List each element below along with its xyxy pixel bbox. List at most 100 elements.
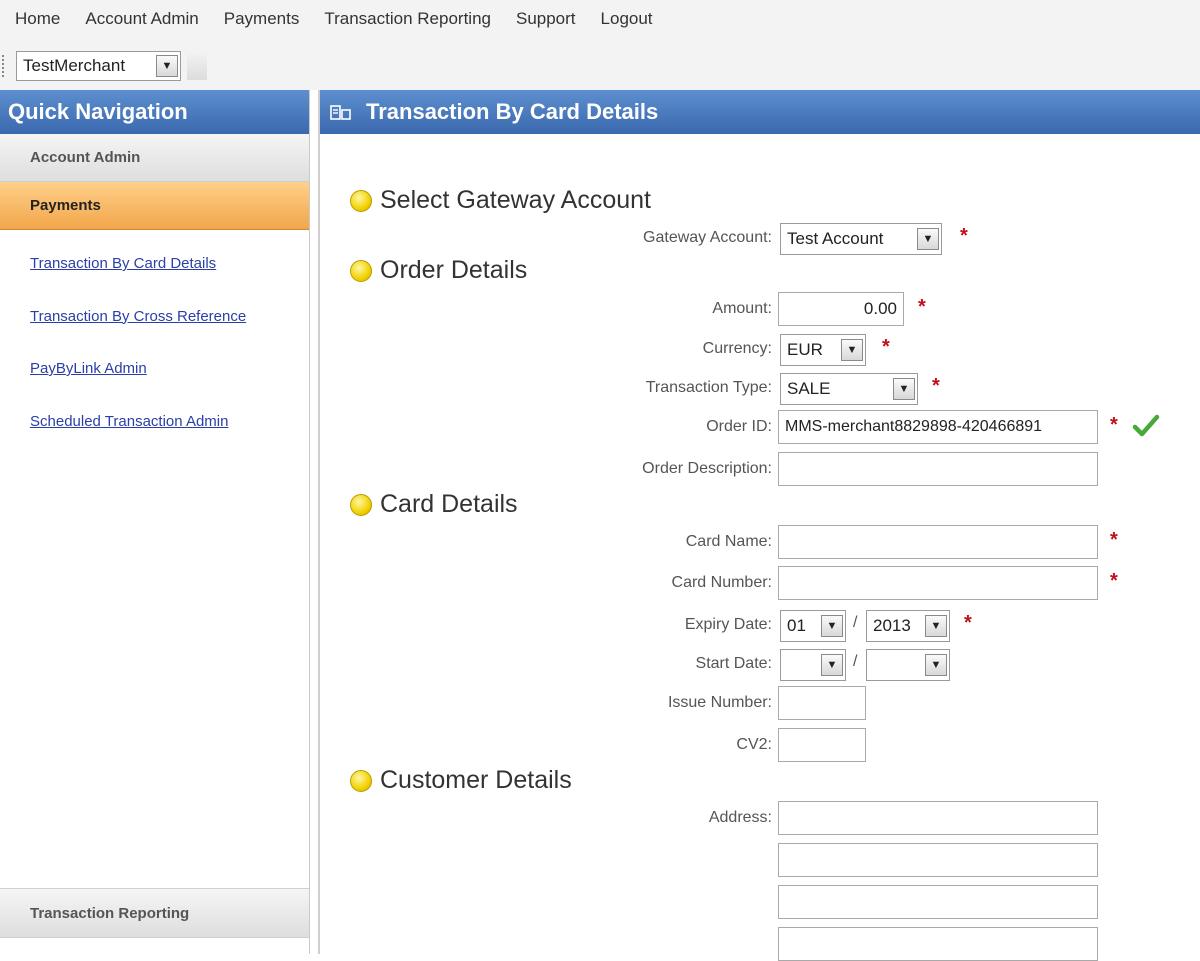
dropdown-arrow-icon[interactable]: ▼ bbox=[893, 378, 915, 400]
merchant-select-value: TestMerchant bbox=[23, 56, 126, 75]
sidebar-section-account-admin[interactable]: Account Admin bbox=[0, 134, 309, 182]
order-id-label: Order ID: bbox=[706, 418, 772, 435]
row-card-name: Card Name: * bbox=[320, 525, 1200, 559]
menu-transaction-reporting[interactable]: Transaction Reporting bbox=[324, 9, 491, 29]
section-title-customer: Customer Details bbox=[380, 766, 572, 794]
yellow-bullet-icon bbox=[350, 259, 372, 282]
start-date-label: Start Date: bbox=[695, 655, 772, 672]
row-transaction-type: Transaction Type: SALE ▼ * bbox=[320, 371, 1200, 405]
currency-value: EUR bbox=[787, 340, 823, 359]
amount-input[interactable]: 0.00 bbox=[778, 292, 904, 326]
cv2-label: CV2: bbox=[736, 736, 772, 753]
amount-label: Amount: bbox=[712, 300, 772, 317]
order-description-input[interactable] bbox=[778, 452, 1098, 486]
page-title: Transaction By Card Details bbox=[366, 99, 659, 124]
currency-label: Currency: bbox=[702, 340, 772, 357]
expiry-separator: / bbox=[853, 614, 858, 631]
address-line-4-input[interactable] bbox=[778, 927, 1098, 961]
sidebar-bottom: Transaction Reporting bbox=[0, 888, 309, 938]
dropdown-arrow-icon[interactable]: ▼ bbox=[925, 654, 947, 676]
sidebar-section-payments[interactable]: Payments bbox=[0, 182, 309, 230]
row-card-number: Card Number: * bbox=[320, 566, 1200, 600]
expiry-year-select[interactable]: 2013 ▼ bbox=[866, 610, 950, 642]
card-number-input[interactable] bbox=[778, 566, 1098, 600]
checkmark-icon bbox=[1132, 414, 1160, 437]
menu-payments[interactable]: Payments bbox=[224, 9, 300, 29]
sidebar-link-scheduled-transaction-admin[interactable]: Scheduled Transaction Admin bbox=[0, 396, 309, 449]
expiry-month-select[interactable]: 01 ▼ bbox=[780, 610, 846, 642]
merchant-select[interactable]: TestMerchant ▼ bbox=[16, 51, 181, 81]
row-address-2 bbox=[320, 843, 1200, 877]
sidebar-title: Quick Navigation bbox=[0, 90, 309, 134]
expiry-year-value: 2013 bbox=[873, 616, 911, 635]
order-description-label: Order Description: bbox=[642, 460, 772, 477]
dropdown-arrow-icon[interactable]: ▼ bbox=[156, 55, 178, 77]
card-name-input[interactable] bbox=[778, 525, 1098, 559]
merchant-selector-area: TestMerchant ▼ bbox=[0, 48, 215, 84]
gateway-account-value: Test Account bbox=[787, 229, 884, 248]
row-expiry-date: Expiry Date: 01 ▼ / 2013 ▼ * bbox=[320, 608, 1200, 642]
quick-navigation-sidebar: Quick Navigation Account Admin Payments … bbox=[0, 90, 310, 954]
sidebar-link-transaction-by-card-details[interactable]: Transaction By Card Details bbox=[0, 238, 309, 291]
gateway-account-label: Gateway Account: bbox=[643, 229, 772, 246]
section-customer: Customer Details bbox=[350, 766, 572, 795]
address-label: Address: bbox=[708, 809, 772, 826]
transaction-type-label: Transaction Type: bbox=[645, 379, 772, 396]
menu-account-admin[interactable]: Account Admin bbox=[85, 9, 198, 29]
row-order-id: Order ID: MMS-merchant8829898-420466891 … bbox=[320, 410, 1200, 444]
start-separator: / bbox=[853, 653, 858, 670]
required-marker: * bbox=[932, 375, 940, 397]
dropdown-arrow-icon[interactable]: ▼ bbox=[925, 615, 947, 637]
card-number-label: Card Number: bbox=[671, 574, 772, 591]
toolbar-grip-icon[interactable] bbox=[2, 55, 8, 77]
transaction-type-select[interactable]: SALE ▼ bbox=[780, 373, 918, 405]
start-month-select[interactable]: ▼ bbox=[780, 649, 846, 681]
start-year-select[interactable]: ▼ bbox=[866, 649, 950, 681]
issue-number-input[interactable] bbox=[778, 686, 866, 720]
toolbar-end-cap bbox=[187, 52, 207, 80]
yellow-bullet-icon bbox=[350, 493, 372, 516]
dropdown-arrow-icon[interactable]: ▼ bbox=[917, 228, 939, 250]
main-panel: Transaction By Card Details Select Gatew… bbox=[318, 90, 1200, 961]
section-order: Order Details bbox=[350, 256, 527, 285]
dropdown-arrow-icon[interactable]: ▼ bbox=[841, 339, 863, 361]
expiry-date-label: Expiry Date: bbox=[684, 616, 772, 633]
order-id-input[interactable]: MMS-merchant8829898-420466891 bbox=[778, 410, 1098, 444]
sidebar-section-transaction-reporting[interactable]: Transaction Reporting bbox=[0, 888, 309, 938]
menu-home[interactable]: Home bbox=[15, 9, 60, 29]
row-order-description: Order Description: bbox=[320, 452, 1200, 486]
required-marker: * bbox=[960, 225, 968, 247]
required-marker: * bbox=[918, 296, 926, 318]
section-card: Card Details bbox=[350, 490, 518, 519]
sidebar-link-paybylink-admin[interactable]: PayByLink Admin bbox=[0, 343, 309, 396]
top-menu: Home Account Admin Payments Transaction … bbox=[0, 0, 663, 38]
required-marker: * bbox=[1110, 414, 1118, 436]
top-bar: Home Account Admin Payments Transaction … bbox=[0, 0, 1200, 90]
address-line-3-input[interactable] bbox=[778, 885, 1098, 919]
menu-logout[interactable]: Logout bbox=[601, 9, 653, 29]
cv2-input[interactable] bbox=[778, 728, 866, 762]
issue-number-label: Issue Number: bbox=[667, 694, 772, 711]
menu-support[interactable]: Support bbox=[516, 9, 576, 29]
dropdown-arrow-icon[interactable]: ▼ bbox=[821, 615, 843, 637]
row-address-4 bbox=[320, 927, 1200, 961]
currency-select[interactable]: EUR ▼ bbox=[780, 334, 866, 366]
row-address-3 bbox=[320, 885, 1200, 919]
row-address-1: Address: bbox=[320, 801, 1200, 835]
dropdown-arrow-icon[interactable]: ▼ bbox=[821, 654, 843, 676]
gateway-account-select[interactable]: Test Account ▼ bbox=[780, 223, 942, 255]
section-gateway: Select Gateway Account bbox=[350, 186, 651, 215]
row-gateway-account: Gateway Account: Test Account ▼ * bbox=[320, 221, 1200, 255]
row-amount: Amount: 0.00 * bbox=[320, 292, 1200, 326]
required-marker: * bbox=[1110, 570, 1118, 592]
address-line-1-input[interactable] bbox=[778, 801, 1098, 835]
expiry-month-value: 01 bbox=[787, 616, 806, 635]
section-title-order: Order Details bbox=[380, 256, 528, 284]
section-title-gateway: Select Gateway Account bbox=[380, 186, 651, 214]
main-header: Transaction By Card Details bbox=[320, 90, 1200, 134]
sidebar-link-transaction-by-cross-reference[interactable]: Transaction By Cross Reference bbox=[0, 291, 309, 344]
address-line-2-input[interactable] bbox=[778, 843, 1098, 877]
sidebar-links: Transaction By Card Details Transaction … bbox=[0, 230, 309, 448]
required-marker: * bbox=[1110, 529, 1118, 551]
row-issue-number: Issue Number: bbox=[320, 686, 1200, 720]
